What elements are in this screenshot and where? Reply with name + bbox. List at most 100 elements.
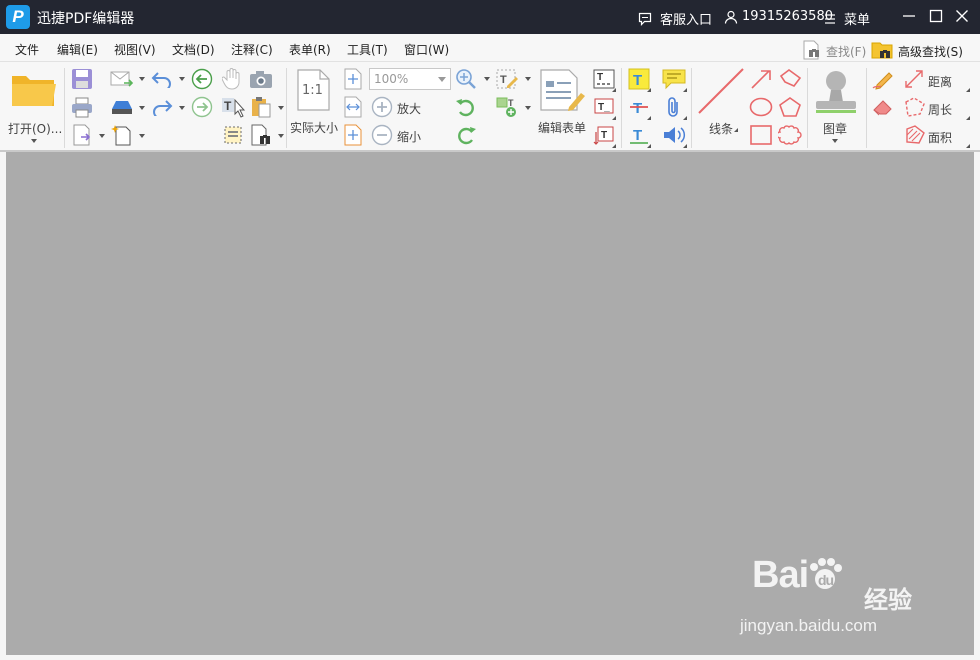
menu-file[interactable]: 文件 [15,41,39,58]
highlight-options-icon[interactable] [647,88,651,92]
svg-text:T: T [601,130,607,141]
app-title: 迅捷PDF编辑器 [37,11,135,27]
export-button[interactable] [70,124,94,148]
main-menu-button[interactable]: 菜单 [824,9,870,28]
menu-form[interactable]: 表单(R) [289,41,331,58]
export-dropdown-icon[interactable] [99,134,105,138]
previous-view-button[interactable] [190,68,214,92]
magnifier-icon [455,68,477,93]
strikeout-options-icon[interactable] [647,116,651,120]
rectangle-tool-button[interactable] [749,124,773,148]
minimize-button[interactable] [900,8,918,26]
fit-width-icon [344,96,362,121]
scan-button[interactable] [109,96,135,120]
open-dropdown-icon[interactable] [31,139,37,143]
distance-tool-button[interactable] [902,68,926,92]
fit-width-button[interactable] [342,96,364,120]
find-document-button[interactable] [248,124,274,148]
area-options-icon[interactable] [966,144,970,148]
svg-text:T: T [633,72,642,89]
paw-icon: du [808,557,843,591]
advanced-find-button[interactable]: 高级查找(S) [871,40,963,63]
email-button[interactable] [109,68,135,92]
edit-text-dropdown-icon[interactable] [525,77,531,81]
rotate-left-button[interactable] [454,96,478,120]
sticky-note-options-icon[interactable] [683,88,687,92]
text-box-field-options-icon[interactable] [612,116,616,120]
scan-dropdown-icon[interactable] [139,106,145,110]
open-button[interactable] [8,70,60,112]
menu-tools[interactable]: 工具(T) [347,41,388,58]
user-icon [724,10,738,24]
zoom-level-select[interactable]: 100% [369,68,451,90]
pencil-tool-button[interactable] [871,68,895,92]
polygon-tool-button[interactable] [777,96,803,120]
select-area-button[interactable] [220,124,246,148]
text-field-options-icon[interactable] [612,88,616,92]
menu-window[interactable]: 窗口(W) [404,41,449,58]
menu-comment[interactable]: 注释(C) [231,41,273,58]
undo-dropdown-icon[interactable] [179,77,185,81]
paste-dropdown-icon[interactable] [278,106,284,110]
sound-options-icon[interactable] [683,144,687,148]
ellipse-tool-button[interactable] [749,96,773,120]
magnifier-button[interactable] [454,68,478,92]
zoom-out-button[interactable] [370,124,394,148]
stamp-dropdown-icon[interactable] [832,139,838,143]
line-options-icon[interactable] [734,128,738,132]
redo-dropdown-icon[interactable] [179,106,185,110]
underline-options-icon[interactable] [647,144,651,148]
attach-options-icon[interactable] [683,116,687,120]
maximize-button[interactable] [927,8,945,26]
window-frame-bottom [0,655,980,660]
magnifier-dropdown-icon[interactable] [484,77,490,81]
next-view-button[interactable] [190,96,214,120]
edit-text-button[interactable]: T [494,68,520,92]
polyline-tool-button[interactable] [777,68,803,92]
find-icon [801,40,823,63]
toolbar-separator [286,68,287,148]
customer-service-button[interactable]: 客服入口 [638,9,712,28]
menu-bar: 文件 编辑(E) 视图(V) 文档(D) 注释(C) 表单(R) 工具(T) 窗… [0,34,980,62]
add-content-button[interactable]: T [494,96,520,120]
area-text-field-options-icon[interactable] [612,144,616,148]
fit-visible-button[interactable] [342,124,364,148]
find-document-dropdown-icon[interactable] [278,134,284,138]
find-button[interactable]: 查找(F) [801,40,866,63]
new-document-button[interactable] [109,124,135,148]
find-label: 查找(F) [826,45,867,59]
hamburger-icon [824,13,836,25]
rotate-right-button[interactable] [454,124,478,148]
snapshot-button[interactable] [248,68,274,92]
undo-button[interactable] [150,68,174,92]
menu-edit[interactable]: 编辑(E) [57,41,98,58]
close-button[interactable] [953,8,971,26]
paste-button[interactable] [248,96,274,120]
edit-form-button[interactable] [539,68,587,113]
redo-button[interactable] [150,96,174,120]
distance-icon [903,68,925,93]
print-button[interactable] [70,96,94,120]
area-tool-button[interactable] [902,124,926,148]
add-content-dropdown-icon[interactable] [525,106,531,110]
select-text-button[interactable]: T [220,96,246,120]
save-button[interactable] [70,68,94,92]
perimeter-tool-button[interactable] [902,96,926,120]
zoom-in-button[interactable] [370,96,394,120]
eraser-tool-button[interactable] [871,96,895,120]
cloud-tool-button[interactable] [776,124,803,148]
user-account-button[interactable]: 19315263580 [724,9,833,24]
email-dropdown-icon[interactable] [139,77,145,81]
new-document-dropdown-icon[interactable] [139,134,145,138]
hand-tool-button[interactable] [220,67,244,92]
close-icon [955,9,969,26]
fit-page-button[interactable] [342,68,364,92]
menu-document[interactable]: 文档(D) [172,41,215,58]
distance-options-icon[interactable] [966,88,970,92]
line-tool-button[interactable] [697,67,745,116]
perimeter-options-icon[interactable] [966,116,970,120]
zoom-level-value: 100% [374,72,409,86]
menu-view[interactable]: 视图(V) [114,41,156,58]
stamp-button[interactable] [812,68,860,116]
arrow-tool-button[interactable] [749,68,773,92]
